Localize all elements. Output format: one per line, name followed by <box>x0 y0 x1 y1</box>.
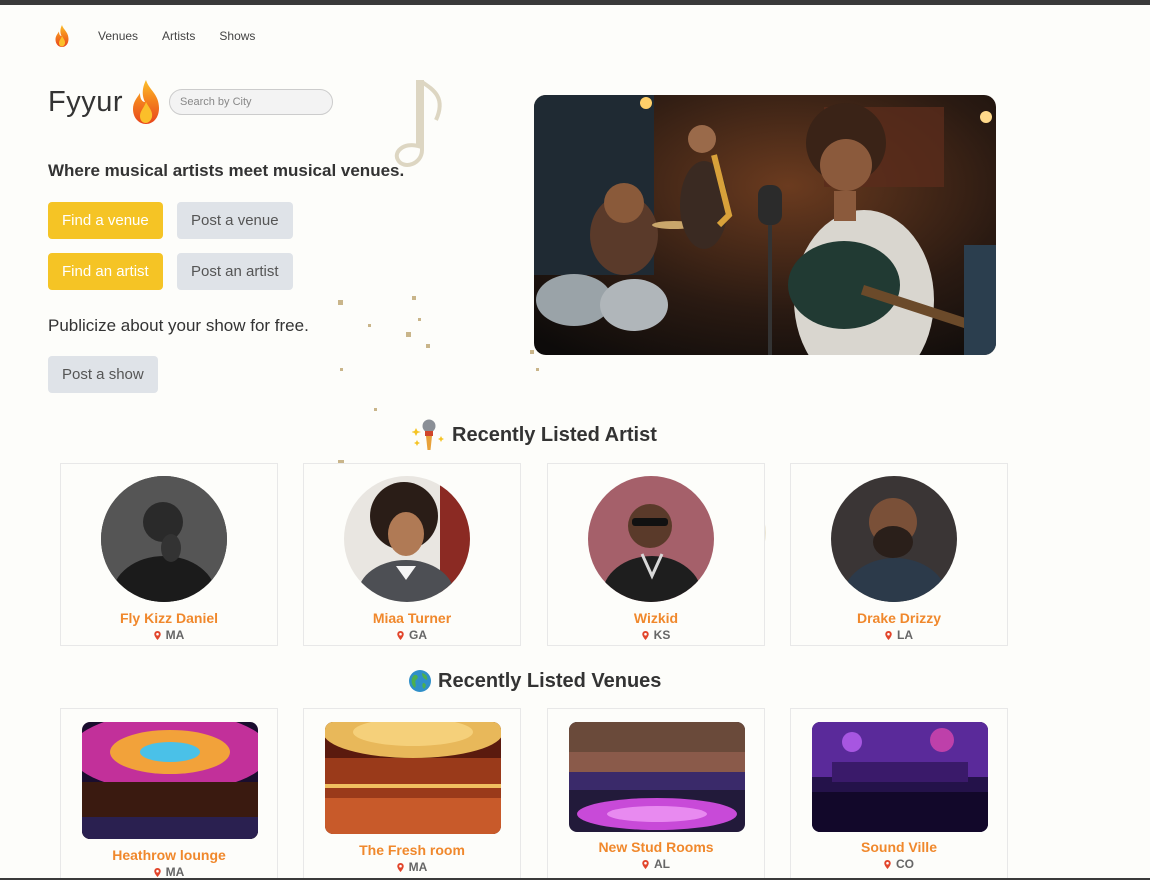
artist-state: GA <box>409 628 427 642</box>
window-top-border <box>0 0 1150 5</box>
artists-section-label: Recently Listed Artist <box>452 423 657 446</box>
location-pin-icon <box>885 631 892 640</box>
avatar <box>101 476 227 602</box>
venue-name[interactable]: Sound Ville <box>791 839 1007 855</box>
venue-name[interactable]: Heathrow lounge <box>61 847 277 863</box>
artists-section-title: Recently Listed Artist <box>412 418 657 452</box>
artist-location: KS <box>548 628 764 642</box>
nav-artists-link[interactable]: Artists <box>162 29 195 43</box>
artist-name[interactable]: Fly Kizz Daniel <box>61 610 277 626</box>
post-artist-button[interactable]: Post an artist <box>177 253 293 290</box>
location-pin-icon <box>642 631 649 640</box>
flame-icon <box>129 78 163 126</box>
venue-location: AL <box>548 857 764 871</box>
nav-shows-link[interactable]: Shows <box>219 29 255 43</box>
venue-card[interactable]: New Stud Rooms AL <box>547 708 765 880</box>
flame-icon[interactable] <box>52 24 72 48</box>
venue-name[interactable]: The Fresh room <box>304 842 520 858</box>
microphone-icon <box>412 418 446 452</box>
page-title: Fyyur <box>48 85 123 118</box>
venue-photo <box>325 722 501 834</box>
venues-section-title: Recently Listed Venues <box>408 669 661 693</box>
artist-card[interactable]: Miaa Turner GA <box>303 463 521 646</box>
navbar: Venues Artists Shows <box>52 24 279 48</box>
venue-card[interactable]: Heathrow lounge MA <box>60 708 278 880</box>
venue-location: MA <box>304 860 520 874</box>
venue-state: MA <box>165 865 185 879</box>
avatar <box>344 476 470 602</box>
artist-location: GA <box>304 628 520 642</box>
artist-card[interactable]: Drake Drizzy LA <box>790 463 1008 646</box>
artist-state: LA <box>897 628 913 642</box>
location-pin-icon <box>397 631 404 640</box>
venues-section-label: Recently Listed Venues <box>438 669 662 692</box>
find-venue-button[interactable]: Find a venue <box>48 202 163 239</box>
location-pin-icon <box>397 863 404 872</box>
artist-name[interactable]: Wizkid <box>548 610 764 626</box>
hero-band-photo <box>534 95 996 355</box>
artist-location: LA <box>791 628 1007 642</box>
venue-location: MA <box>61 865 277 879</box>
avatar <box>588 476 714 602</box>
find-artist-button[interactable]: Find an artist <box>48 253 163 290</box>
venue-card[interactable]: The Fresh room MA <box>303 708 521 880</box>
venue-photo <box>812 722 988 832</box>
avatar <box>831 476 957 602</box>
venue-state: AL <box>654 857 670 871</box>
artist-name[interactable]: Miaa Turner <box>304 610 520 626</box>
location-pin-icon <box>154 631 161 640</box>
location-pin-icon <box>642 860 649 869</box>
venue-location: CO <box>791 857 1007 871</box>
search-input[interactable] <box>169 89 333 115</box>
brand: Fyyur <box>48 78 333 126</box>
venue-photo <box>569 722 745 832</box>
artist-state: MA <box>165 628 185 642</box>
artist-card[interactable]: Wizkid KS <box>547 463 765 646</box>
nav-venues-link[interactable]: Venues <box>98 29 138 43</box>
artist-card[interactable]: Fly Kizz Daniel MA <box>60 463 278 646</box>
publicize-text: Publicize about your show for free. <box>48 316 309 335</box>
artist-state: KS <box>653 628 671 642</box>
venue-name[interactable]: New Stud Rooms <box>548 839 764 855</box>
venue-card[interactable]: Sound Ville CO <box>790 708 1008 880</box>
artist-name[interactable]: Drake Drizzy <box>791 610 1007 626</box>
globe-icon <box>408 669 432 693</box>
artist-location: MA <box>61 628 277 642</box>
venue-state: CO <box>896 857 914 871</box>
post-show-button[interactable]: Post a show <box>48 356 158 393</box>
post-venue-button[interactable]: Post a venue <box>177 202 293 239</box>
venue-state: MA <box>408 860 428 874</box>
tagline: Where musical artists meet musical venue… <box>48 161 405 180</box>
location-pin-icon <box>884 860 891 869</box>
location-pin-icon <box>154 868 161 877</box>
venue-photo <box>82 722 258 839</box>
